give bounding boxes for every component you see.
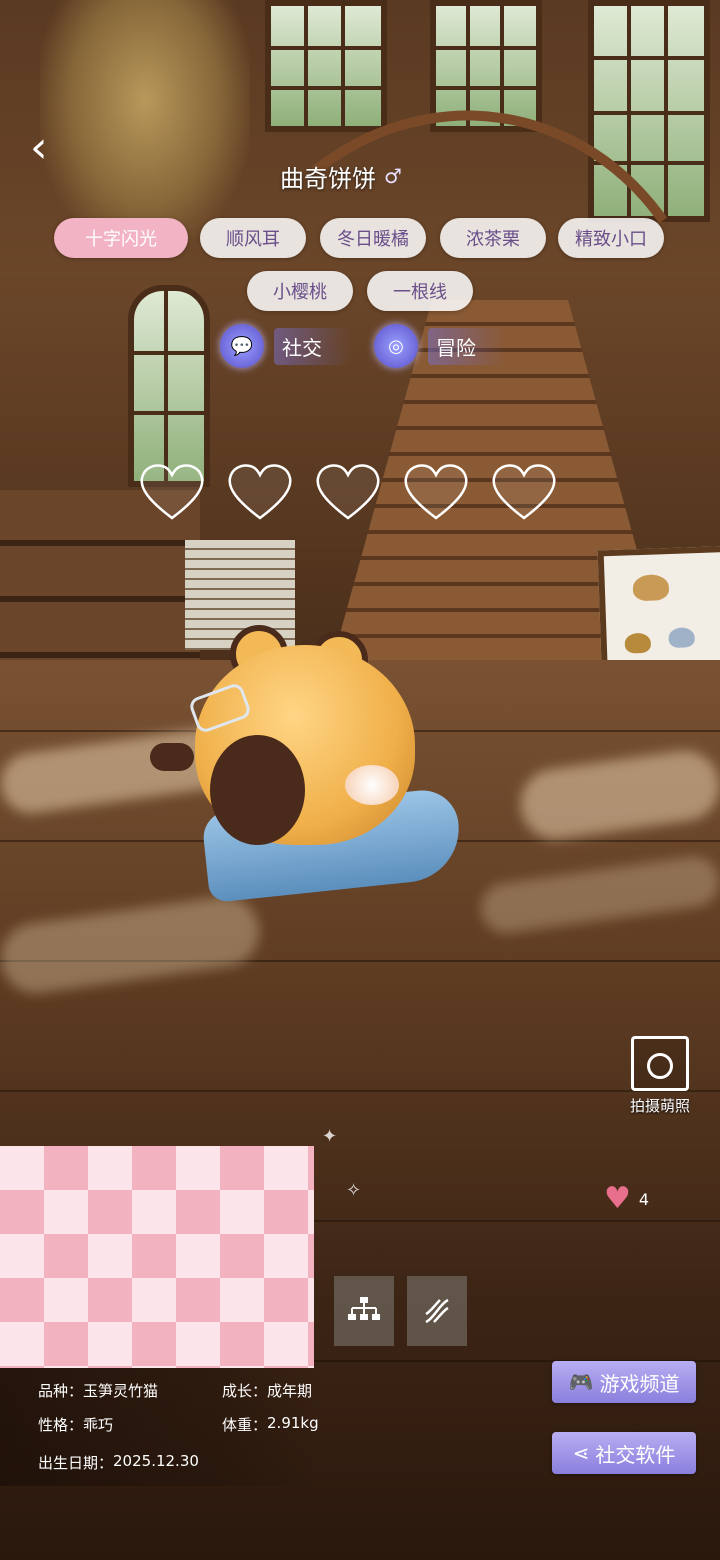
chevron-left-icon: ‹ (30, 122, 48, 173)
weight-row: 体重： 2.91kg (222, 1414, 319, 1435)
adventure-mode-label: 冒险 (428, 327, 506, 365)
affection-hearts (138, 462, 558, 522)
social-app-button[interactable]: ⋖ 社交软件 (552, 1432, 696, 1474)
trait-tag[interactable]: 顺风耳 (200, 218, 306, 258)
birthday-value: 2025.12.30 (113, 1452, 199, 1470)
breed-label: 品种： (38, 1382, 84, 1400)
empty-heart-icon (228, 464, 292, 520)
growth-row: 成长： 成年期 (222, 1380, 312, 1401)
pet-pattern-swatch[interactable] (0, 1146, 314, 1368)
male-gender-icon: ♂ (384, 164, 402, 188)
trait-tag[interactable]: 冬日暖橘 (320, 218, 426, 258)
family-tree-icon (348, 1297, 380, 1320)
game-channel-button[interactable]: 🎮 游戏频道 (552, 1361, 696, 1403)
trait-tag[interactable]: 一根线 (367, 271, 473, 311)
empty-heart-icon (404, 464, 468, 520)
heart-icon: ♥ (604, 1181, 631, 1216)
breed-row: 品种： 玉笋灵竹猫 (38, 1380, 158, 1401)
growth-label: 成长： (222, 1382, 268, 1400)
chat-bubble-icon: 💬 (220, 324, 264, 368)
family-tree-button[interactable] (334, 1276, 394, 1346)
camera-icon (631, 1036, 689, 1091)
trait-tag[interactable]: 精致小口 (558, 218, 664, 258)
pet-bubble (345, 765, 399, 805)
personality-row: 性格： 乖巧 (38, 1414, 113, 1435)
take-photo-label: 拍摄萌照 (629, 1097, 690, 1115)
growth-value: 成年期 (267, 1382, 313, 1400)
weight-label: 体重： (222, 1416, 268, 1434)
breed-value: 玉笋灵竹猫 (83, 1382, 159, 1400)
empty-heart-icon (316, 464, 380, 520)
arched-window (128, 285, 210, 487)
like-count: 4 (638, 1189, 650, 1209)
take-photo-button[interactable]: 拍摄萌照 (620, 1036, 700, 1116)
pet-face (210, 735, 305, 845)
dinosaur-fossil (40, 0, 250, 250)
like-counter[interactable]: ♥ 4 (604, 1184, 649, 1214)
trait-tag[interactable]: 小樱桃 (247, 271, 353, 311)
trait-tag[interactable]: 浓茶栗 (440, 218, 546, 258)
pet-info-panel: 品种： 玉笋灵竹猫 成长： 成年期 性格： 乖巧 体重： 2.91kg 出生日期… (0, 1368, 320, 1486)
social-mode-button[interactable]: 💬 社交 (220, 324, 352, 368)
dna-icon (425, 1298, 449, 1324)
social-mode-label: 社交 (274, 327, 352, 365)
adventure-mode-button[interactable]: ◎ 冒险 (374, 324, 506, 368)
sparkle-icon: ✦ (322, 1126, 338, 1147)
pet-name: 曲奇饼饼 (280, 164, 376, 193)
birthday-row: 出生日期： 2025.12.30 (38, 1452, 199, 1473)
window (265, 0, 387, 132)
empty-heart-icon (492, 464, 556, 520)
binoculars-icon: ◎ (374, 324, 418, 368)
pet-character[interactable] (150, 625, 470, 905)
pet-name-row: 曲奇饼饼 ♂ (280, 158, 402, 194)
back-button[interactable]: ‹ (30, 126, 70, 172)
birthday-label: 出生日期： (38, 1454, 114, 1472)
sparkle-icon: ✧ (346, 1180, 362, 1201)
empty-heart-icon (140, 464, 204, 520)
trait-tag[interactable]: 十字闪光 (54, 218, 188, 258)
share-icon: ⋖ (572, 1441, 590, 1465)
weight-value: 2.91kg (267, 1414, 319, 1432)
pet-paw (150, 743, 194, 771)
genetics-button[interactable] (407, 1276, 467, 1346)
social-app-label: 社交软件 (595, 1442, 676, 1467)
game-channel-label: 游戏频道 (599, 1371, 680, 1396)
personality-value: 乖巧 (83, 1416, 114, 1434)
personality-label: 性格： (38, 1416, 84, 1434)
gamepad-icon: 🎮 (568, 1370, 594, 1394)
